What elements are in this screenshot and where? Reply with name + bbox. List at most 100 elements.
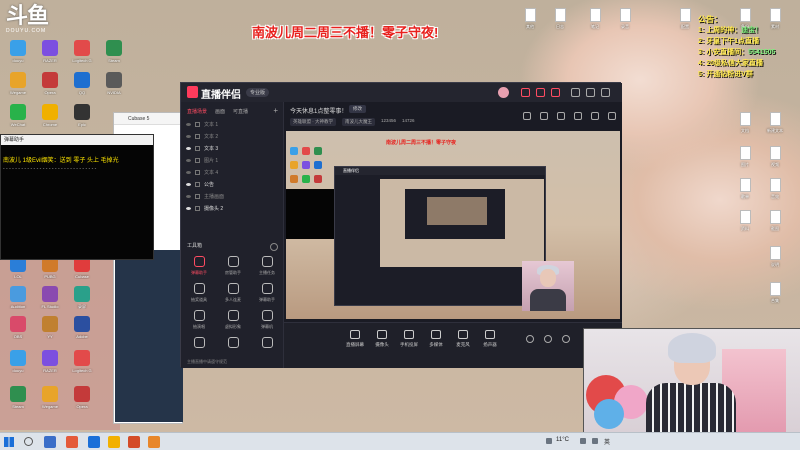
desktop-icon[interactable]: RAZER	[34, 350, 66, 386]
settings-icon[interactable]	[551, 88, 560, 97]
tool-button[interactable]: 弹幕机	[253, 310, 281, 336]
file-icon[interactable]: 图片	[730, 146, 760, 168]
tool-button[interactable]: 主播任务	[253, 256, 281, 282]
message-icon[interactable]	[521, 88, 530, 97]
bottom-tool-button[interactable]: 摄像头	[367, 330, 397, 348]
file-icon[interactable]: 其他	[515, 8, 545, 30]
file-icon[interactable]: 资料	[730, 210, 760, 232]
file-icon[interactable]: 视频	[760, 146, 790, 168]
app-taskbar-icon[interactable]	[128, 436, 140, 450]
desktop-icon[interactable]: douyu	[2, 350, 34, 386]
visibility-eye-icon[interactable]	[186, 170, 191, 174]
bottom-tool-button[interactable]: 手机投屏	[394, 330, 424, 348]
bottom-tool-button[interactable]: 直播屏幕	[340, 330, 370, 348]
desktop-icon[interactable]: RAZER	[34, 40, 66, 76]
file-icon[interactable]: 录音	[610, 8, 640, 30]
danmaku-window[interactable]: 弹幕助手 南波儿 1级Evil烟笑：送到 零子 头上 毛掉光 - - - - -…	[0, 134, 154, 260]
weather-text[interactable]: 11°C	[556, 437, 569, 443]
desktop-icon[interactable]: Wegame	[34, 386, 66, 422]
visibility-eye-icon[interactable]	[186, 146, 191, 150]
desktop-icon[interactable]: Adobe	[66, 316, 98, 352]
desktop-icon[interactable]: OBS	[2, 316, 34, 352]
file-icon[interactable]: 新建文本	[760, 112, 790, 134]
network-icon[interactable]	[580, 438, 586, 444]
layout-icon[interactable]	[523, 112, 531, 120]
tool-button[interactable]: 抽奖道具	[185, 283, 213, 309]
beauty-icon[interactable]	[544, 335, 552, 343]
file-icon[interactable]: 歌单	[730, 178, 760, 200]
desktop-icon[interactable]: Steam	[98, 40, 130, 76]
tool-button[interactable]: 多人连麦	[219, 283, 247, 309]
tool-button[interactable]: 弹幕助手	[185, 256, 213, 282]
lock-icon[interactable]	[540, 112, 548, 120]
desktop-icon[interactable]: Opera	[66, 386, 98, 422]
source-item[interactable]: 主播画面	[181, 190, 283, 202]
app-edition-badge[interactable]: 专业版	[246, 88, 270, 97]
close-icon[interactable]	[601, 88, 610, 97]
toolbox-settings-icon[interactable]	[270, 243, 278, 251]
volume-icon[interactable]	[592, 438, 598, 444]
panel-footer[interactable]: 主播直播中请遵守规范	[187, 359, 227, 365]
source-item[interactable]: 摄像头 2	[181, 202, 283, 214]
tool-button[interactable]: 虚拟形象	[219, 310, 247, 336]
windows-start-icon[interactable]	[4, 437, 14, 447]
source-item[interactable]: 文本 1	[181, 118, 283, 130]
bell-icon[interactable]	[591, 112, 599, 120]
scene-tab[interactable]: 直播场景	[187, 108, 207, 118]
file-icon[interactable]: 合集	[760, 282, 790, 304]
source-item[interactable]: 文本 4	[181, 166, 283, 178]
stream-preview[interactable]: 南波儿周二周三不播！零子守夜 直播伴侣	[286, 131, 620, 319]
desktop-icon[interactable]: NVIDIA	[98, 72, 130, 108]
record-icon[interactable]	[574, 112, 582, 120]
share-icon[interactable]	[557, 112, 565, 120]
file-icon[interactable]: 日志	[545, 8, 575, 30]
bottom-tool-button[interactable]: 扬声器	[475, 330, 505, 348]
visibility-eye-icon[interactable]	[186, 206, 191, 210]
minimize-icon[interactable]	[571, 88, 580, 97]
visibility-eye-icon[interactable]	[186, 182, 191, 186]
notification-icon[interactable]	[536, 88, 545, 97]
tool-button[interactable]: 房管助手	[219, 256, 247, 282]
source-item[interactable]: 文本 3	[181, 142, 283, 154]
scene-tab[interactable]: 可直播	[233, 108, 248, 118]
desktop-icon[interactable]: Opera	[34, 72, 66, 108]
douyu-taskbar-icon[interactable]	[66, 436, 78, 450]
desktop-icon[interactable]: YY	[34, 316, 66, 352]
source-item[interactable]: 文本 2	[181, 130, 283, 142]
file-icon[interactable]: 截图	[760, 210, 790, 232]
live-companion-app[interactable]: 直播伴侣 专业版 直播场景 画面 可直播 + 文本 1 文本 2 文本 3 图片 1 文本 …	[180, 82, 622, 368]
visibility-eye-icon[interactable]	[186, 134, 191, 138]
add-source-icon[interactable]: +	[273, 106, 278, 115]
visibility-eye-icon[interactable]	[186, 158, 191, 162]
edge-taskbar-icon[interactable]	[88, 436, 100, 448]
file-icon[interactable]: 说明	[760, 246, 790, 268]
input-method-text[interactable]: 英	[604, 437, 610, 446]
file-icon[interactable]: 音效	[760, 178, 790, 200]
tray-up-icon[interactable]	[546, 438, 552, 444]
source-item[interactable]: 图片 1	[181, 154, 283, 166]
category-tag[interactable]: 英雄联盟 · 大神教学	[290, 118, 336, 126]
desktop-icon[interactable]: Wegame	[2, 72, 34, 108]
camera-toggle-icon[interactable]	[526, 335, 534, 343]
task-view-icon[interactable]	[44, 436, 56, 448]
more-icon[interactable]	[608, 112, 616, 120]
desktop-icon[interactable]: Steam	[2, 386, 34, 422]
tool-button[interactable]: 抽演唱	[185, 310, 213, 336]
tool-button[interactable]: 弹幕助手	[253, 283, 281, 309]
desktop-icon[interactable]: QQ	[66, 72, 98, 108]
search-icon[interactable]	[24, 437, 33, 446]
visibility-eye-icon[interactable]	[186, 122, 191, 126]
bottom-settings-icon[interactable]	[562, 335, 570, 343]
companion-taskbar-icon[interactable]	[148, 436, 160, 450]
file-icon[interactable]: 文档	[730, 112, 760, 134]
maximize-icon[interactable]	[586, 88, 595, 97]
bottom-tool-button[interactable]: 多媒体	[421, 330, 451, 348]
desktop-icon[interactable]: Logitech G	[66, 40, 98, 76]
bottom-tool-button[interactable]: 麦克风	[448, 330, 478, 348]
source-item[interactable]: 公告	[181, 178, 283, 190]
scene-tab[interactable]: 画面	[215, 108, 225, 118]
file-icon[interactable]: 笔记	[580, 8, 610, 30]
user-avatar[interactable]	[498, 87, 509, 98]
visibility-eye-icon[interactable]	[186, 194, 191, 198]
desktop-icon[interactable]: Logitech G	[66, 350, 98, 386]
